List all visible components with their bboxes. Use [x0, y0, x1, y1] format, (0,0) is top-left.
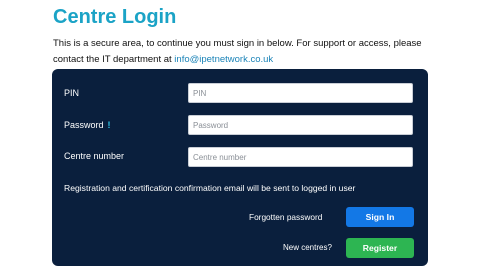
- page-title: Centre Login: [53, 6, 177, 28]
- password-label: Password!: [64, 120, 111, 130]
- centre-number-input[interactable]: [188, 147, 413, 167]
- forgotten-password-link[interactable]: Forgotten password: [249, 212, 322, 222]
- login-panel: PIN Password! Centre number Registration…: [52, 69, 428, 266]
- password-input[interactable]: [188, 115, 413, 135]
- email-notice: Registration and certification confirmat…: [64, 183, 356, 193]
- support-email-link[interactable]: info@ipetnetwork.co.uk: [174, 54, 273, 65]
- password-info-icon[interactable]: !: [108, 120, 111, 130]
- pin-label: PIN: [64, 88, 80, 98]
- centre-number-label: Centre number: [64, 151, 125, 161]
- new-centres-label: New centres?: [283, 243, 332, 252]
- intro-text: This is a secure area, to continue you m…: [53, 36, 433, 68]
- pin-input[interactable]: [188, 83, 413, 103]
- register-button[interactable]: Register: [346, 238, 414, 258]
- sign-in-button[interactable]: Sign In: [346, 207, 414, 227]
